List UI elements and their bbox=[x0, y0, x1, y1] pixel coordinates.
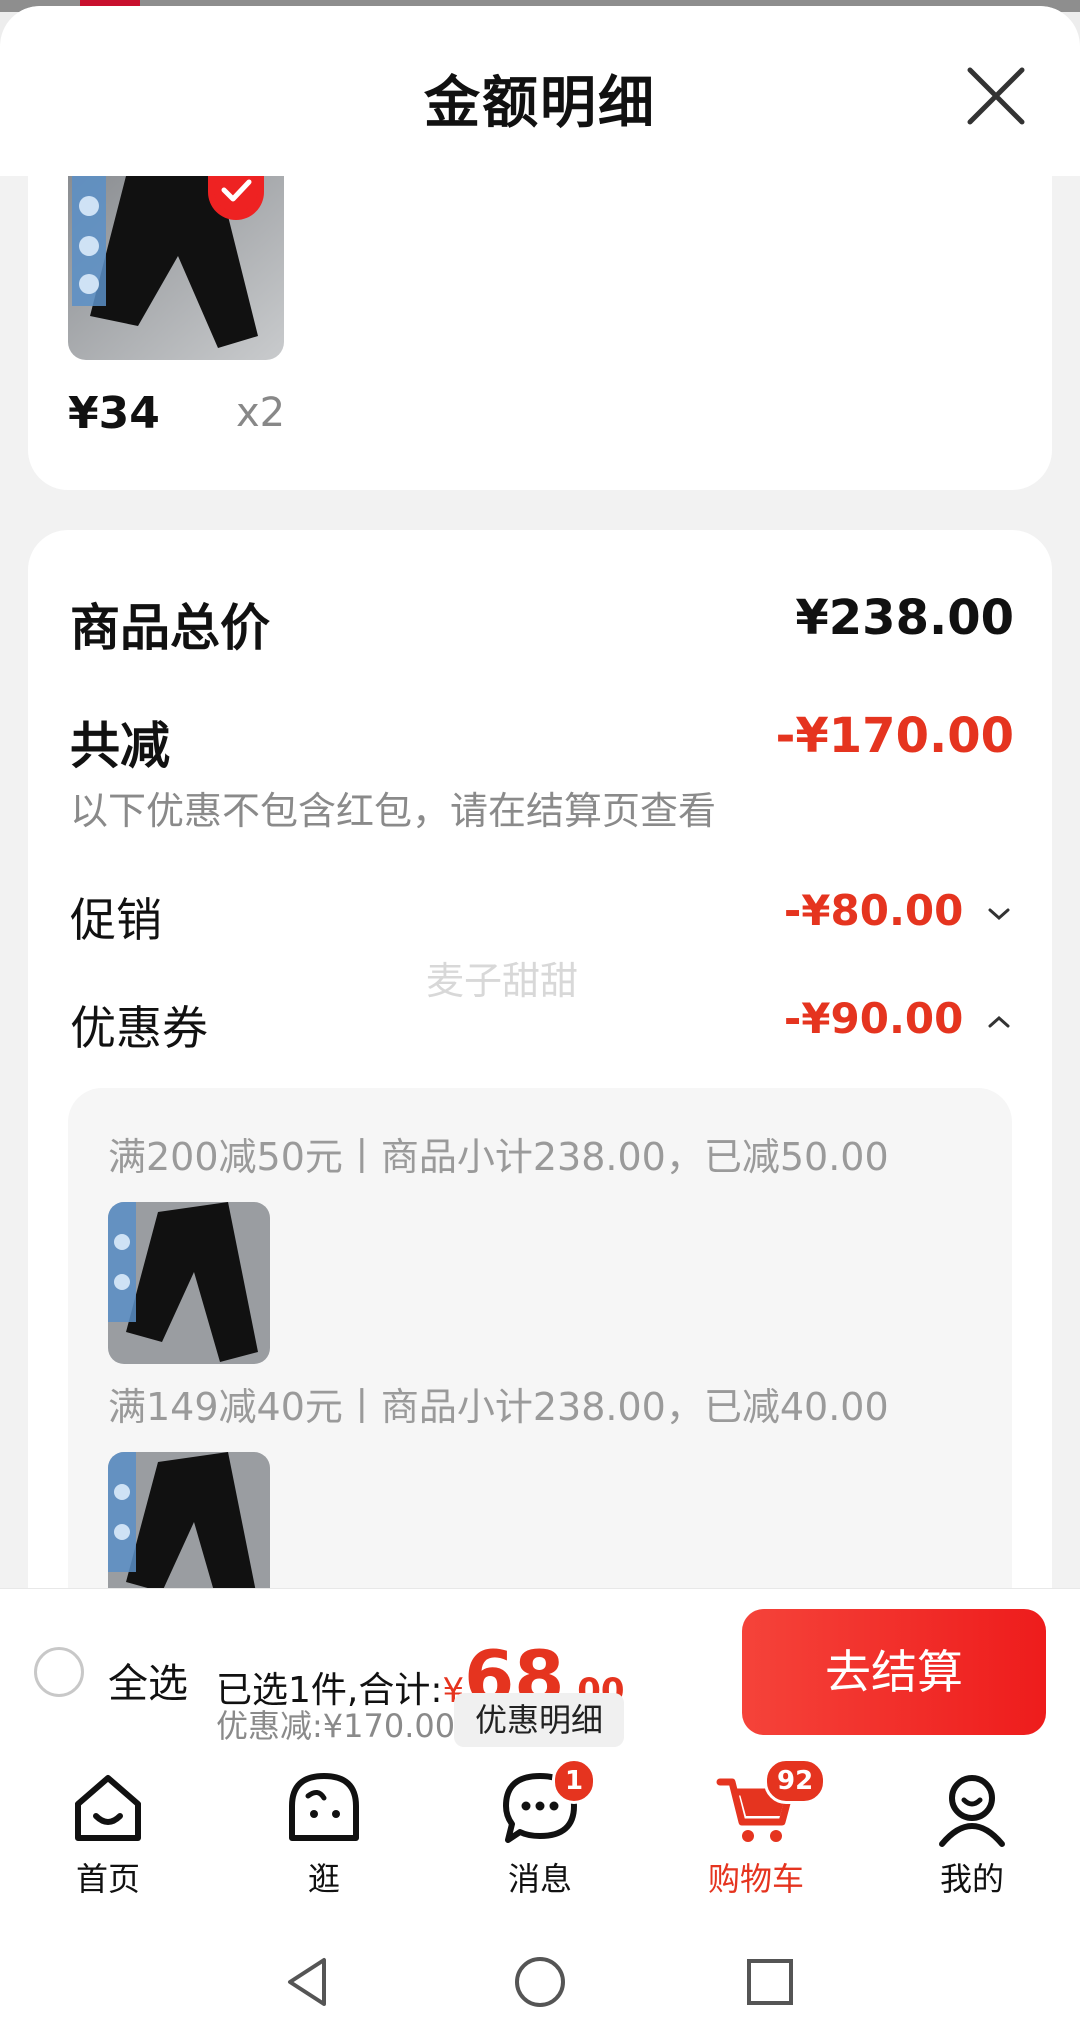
coupon-product-thumbnail-1 bbox=[108, 1202, 270, 1364]
total-label: 商品总价 bbox=[70, 599, 270, 657]
profile-icon bbox=[939, 1775, 1005, 1847]
tab-home-label: 首页 bbox=[75, 1860, 140, 1898]
check-icon bbox=[208, 168, 264, 220]
amount-detail-sheet: 金额明细 ¥34 x2 商品总价 ¥238.00 共减 -¥170.00 以下优… bbox=[0, 6, 1080, 1766]
checkout-button[interactable]: 去结算 bbox=[742, 1609, 1046, 1735]
tab-browse[interactable]: 逛 bbox=[244, 1766, 404, 1906]
tab-messages-label: 消息 bbox=[507, 1860, 572, 1898]
recent-apps-button[interactable] bbox=[740, 1952, 800, 2012]
chevron-up-icon bbox=[988, 1015, 1010, 1027]
checkout-bar: 全选 已选1件,合计:¥68.00 优惠减:¥170.00 优惠明细 去结算 bbox=[0, 1588, 1080, 1757]
price-breakdown-card: 商品总价 ¥238.00 共减 -¥170.00 以下优惠不包含红包，请在结算页… bbox=[28, 530, 1052, 1766]
promo-value: -¥80.00 bbox=[783, 886, 964, 935]
home-nav-button[interactable] bbox=[510, 1952, 570, 2012]
messages-badge: 1 bbox=[552, 1758, 597, 1804]
discount-note: 以下优惠不包含红包，请在结算页查看 bbox=[70, 789, 717, 833]
back-icon bbox=[288, 1958, 326, 2006]
reduce-value: -¥170.00 bbox=[775, 708, 1014, 764]
coupon-value: -¥90.00 bbox=[783, 994, 964, 1043]
promo-label: 促销 bbox=[70, 893, 162, 947]
item-quantity: x2 bbox=[236, 390, 286, 436]
discount-detail-button[interactable]: 优惠明细 bbox=[454, 1693, 624, 1747]
coupon-line-1: 满200减50元丨商品小计238.00，已减50.00 bbox=[108, 1135, 889, 1179]
home-nav-icon bbox=[515, 1957, 565, 2007]
recent-icon bbox=[747, 1959, 793, 2005]
select-all-label[interactable]: 全选 bbox=[108, 1651, 188, 1709]
discount-amount: 优惠减:¥170.00 bbox=[216, 1707, 456, 1745]
cart-badge: 92 bbox=[764, 1758, 827, 1804]
tab-browse-label: 逛 bbox=[307, 1860, 340, 1898]
tab-cart[interactable]: 购物车 92 bbox=[676, 1758, 836, 1906]
selected-item-card: ¥34 x2 bbox=[28, 168, 1052, 490]
tab-profile[interactable]: 我的 bbox=[892, 1766, 1052, 1906]
close-button[interactable] bbox=[960, 60, 1032, 132]
home-icon bbox=[75, 1775, 141, 1841]
sheet-title: 金额明细 bbox=[424, 71, 656, 136]
sheet-header: 金额明细 bbox=[0, 6, 1080, 176]
tab-profile-label: 我的 bbox=[939, 1860, 1004, 1898]
close-icon bbox=[967, 67, 1025, 125]
browse-icon bbox=[289, 1773, 359, 1841]
coupon-line-2: 满149减40元丨商品小计238.00，已减40.00 bbox=[108, 1385, 889, 1429]
select-all-radio[interactable] bbox=[34, 1647, 84, 1697]
item-selected-checkbox[interactable] bbox=[208, 168, 264, 220]
tab-home[interactable]: 首页 bbox=[28, 1766, 188, 1906]
chevron-down-icon bbox=[988, 908, 1010, 920]
bottom-tabbar: 首页 逛 消息 1 购物车 92 我的 bbox=[0, 1756, 1080, 1916]
total-value: ¥238.00 bbox=[795, 590, 1014, 646]
tab-cart-label: 购物车 bbox=[707, 1860, 804, 1898]
promo-row[interactable]: 促销 -¥80.00 bbox=[28, 874, 1052, 954]
watermark-text: 麦子甜甜 bbox=[426, 959, 579, 1003]
reduce-label: 共减 bbox=[70, 717, 170, 775]
back-button[interactable] bbox=[278, 1952, 338, 2012]
coupon-label: 优惠券 bbox=[70, 1001, 208, 1055]
item-price: ¥34 bbox=[68, 388, 160, 439]
tab-messages[interactable]: 消息 1 bbox=[460, 1758, 620, 1906]
system-navbar bbox=[0, 1916, 1080, 2041]
